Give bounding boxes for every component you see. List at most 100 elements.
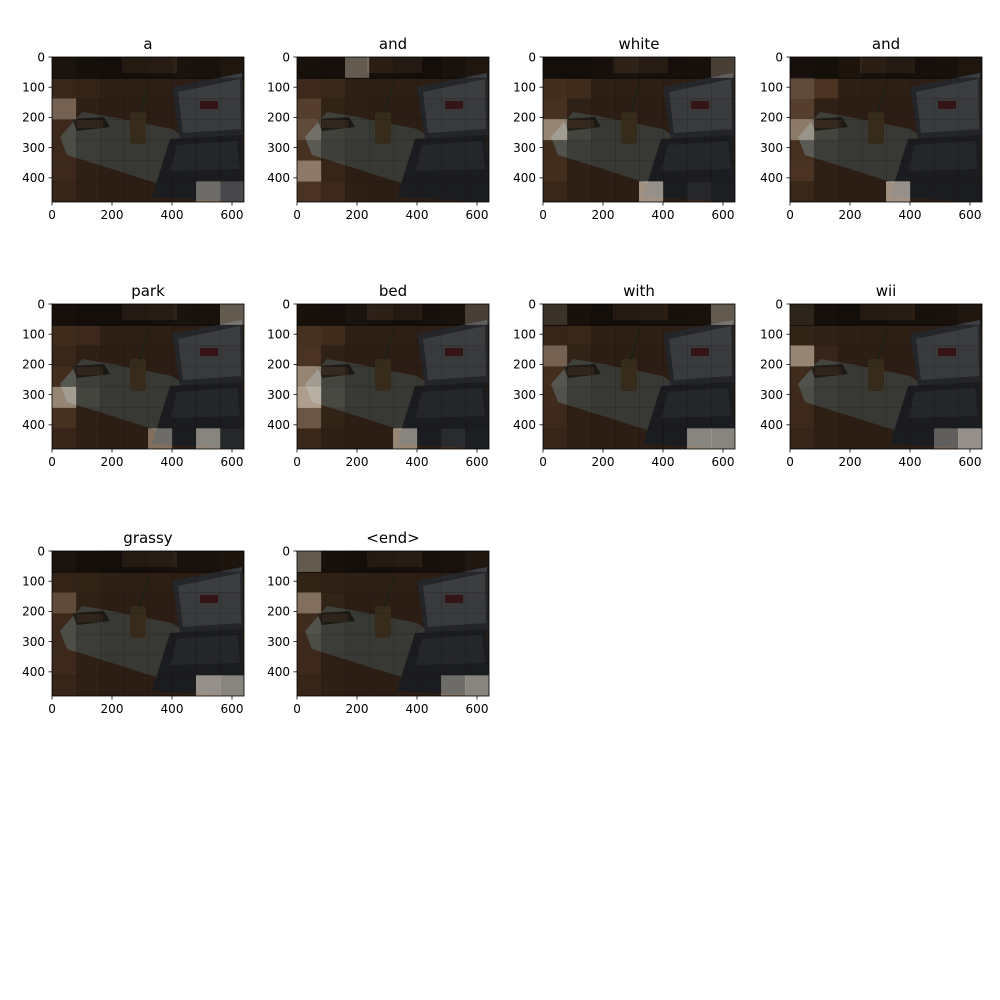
attention-cell	[124, 160, 149, 182]
attention-cell	[958, 119, 982, 141]
attention-cell	[886, 77, 911, 99]
attention-cell	[393, 119, 418, 141]
x-tick-label: 600	[466, 455, 489, 469]
attention-cell	[441, 592, 466, 614]
attention-cell	[441, 98, 466, 120]
attention-cell	[345, 324, 370, 346]
attention-cell	[615, 407, 640, 429]
attention-cell	[862, 366, 887, 388]
attention-cell	[220, 345, 244, 367]
attention-cell	[543, 366, 568, 388]
attention-cell	[172, 654, 197, 676]
attention-cell	[393, 160, 418, 182]
attention-cell	[76, 77, 101, 99]
attention-cell	[441, 428, 466, 449]
attention-cell	[220, 324, 244, 346]
x-tick-label: 600	[466, 702, 489, 716]
panel-image	[297, 57, 489, 202]
attention-cell	[321, 98, 346, 120]
attention-cell	[465, 428, 489, 449]
y-tick-label: 300	[267, 388, 290, 402]
panel-image	[52, 304, 244, 449]
attention-cell	[172, 675, 197, 696]
attention-cell	[76, 613, 101, 635]
attention-cell	[100, 592, 125, 614]
attention-cell	[838, 386, 863, 408]
attention-cell	[417, 119, 442, 141]
attention-cell	[52, 77, 77, 99]
attention-cell	[567, 139, 592, 161]
attention-cell	[148, 592, 173, 614]
attention-cell	[297, 366, 322, 388]
attention-cell	[591, 428, 616, 449]
y-tick-label: 300	[760, 141, 783, 155]
y-tick-label: 200	[513, 358, 536, 372]
attention-cell	[196, 345, 221, 367]
attention-cell	[172, 77, 197, 99]
attention-cell	[838, 181, 863, 202]
attention-cell	[910, 160, 935, 182]
x-tick-label: 200	[101, 208, 124, 222]
attention-cell	[297, 571, 322, 593]
panel-title: bed	[379, 282, 407, 300]
panel-title: grassy	[123, 529, 173, 547]
attention-cell	[220, 551, 244, 573]
attention-cell	[910, 98, 935, 120]
x-tick-label: 400	[406, 208, 429, 222]
attention-cell	[172, 551, 197, 573]
attention-cell	[591, 304, 616, 326]
attention-cell	[687, 139, 712, 161]
attention-cell	[321, 139, 346, 161]
x-tick-label: 400	[161, 455, 184, 469]
attention-cell	[886, 324, 911, 346]
attention-cell	[910, 181, 935, 202]
y-tick-label: 0	[775, 50, 783, 64]
attention-cell	[393, 304, 418, 326]
attention-cell	[148, 551, 173, 573]
attention-cell	[663, 119, 688, 141]
attention-cell	[615, 345, 640, 367]
attention-cell	[567, 181, 592, 202]
x-tick-label: 400	[406, 455, 429, 469]
y-tick-label: 0	[775, 297, 783, 311]
attention-cell	[886, 98, 911, 120]
attention-cell	[124, 345, 149, 367]
attention-cell	[172, 366, 197, 388]
attention-cell	[148, 345, 173, 367]
attention-cell	[663, 160, 688, 182]
y-tick-label: 100	[267, 81, 290, 95]
attention-cell	[321, 571, 346, 593]
attention-cell	[52, 119, 77, 141]
attention-cell	[910, 366, 935, 388]
attention-cell	[297, 592, 322, 614]
attention-cell	[172, 345, 197, 367]
attention-cell	[76, 386, 101, 408]
attention-cell	[297, 181, 321, 202]
x-tick-label: 0	[539, 208, 547, 222]
attention-cell	[838, 77, 863, 99]
attention-cell	[345, 571, 370, 593]
attention-cell	[910, 57, 935, 79]
attention-cell	[687, 304, 712, 326]
y-tick-label: 300	[22, 141, 45, 155]
attention-cell	[465, 57, 489, 79]
attention-cell	[345, 160, 370, 182]
attention-cell	[345, 592, 370, 614]
attention-cell	[417, 98, 442, 120]
attention-cell	[196, 654, 221, 676]
y-tick-label: 0	[37, 50, 45, 64]
attention-cell	[838, 345, 863, 367]
attention-cell	[910, 345, 935, 367]
attention-cell	[862, 304, 887, 326]
y-tick-label: 400	[513, 418, 536, 432]
attention-cell	[369, 571, 394, 593]
y-tick-label: 300	[513, 388, 536, 402]
attention-cell	[838, 139, 863, 161]
attention-cell	[100, 675, 125, 696]
attention-cell	[958, 304, 982, 325]
attention-cell	[886, 366, 911, 388]
attention-cell	[711, 304, 735, 326]
attention-cell	[934, 407, 959, 429]
attention-cell	[196, 77, 221, 99]
attention-cell	[543, 407, 568, 429]
